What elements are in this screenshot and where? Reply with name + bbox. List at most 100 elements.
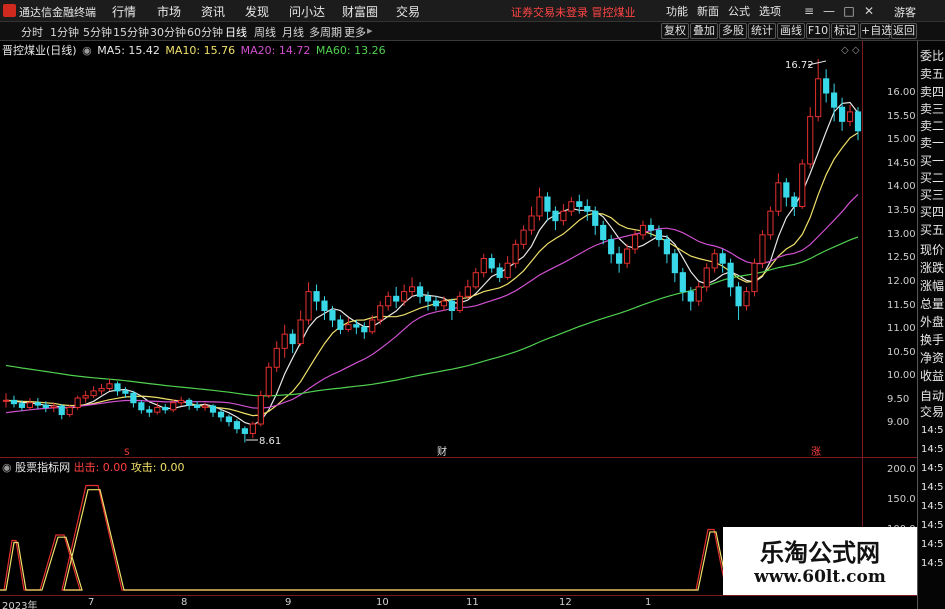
minimize-icon[interactable]: — [820,2,838,20]
period-tab-weekly[interactable]: 周线 [254,24,276,40]
menu-item-market[interactable]: 市场 [157,3,181,20]
menu-icon[interactable]: ≡ [800,2,818,20]
candle-up[interactable] [807,116,814,165]
menu-item-assistant[interactable]: 问小达 [289,3,325,20]
candle-up[interactable] [695,286,702,302]
menu-item-discover[interactable]: 发现 [245,3,269,20]
candle-down[interactable] [600,224,607,241]
candle-up[interactable] [815,78,822,118]
candle-down[interactable] [337,319,344,330]
candle-down[interactable] [58,405,65,416]
candle-up[interactable] [639,224,647,236]
candle-up[interactable] [560,210,567,222]
candle-down[interactable] [663,239,670,255]
candle-up[interactable] [26,402,33,408]
candle-up[interactable] [775,182,782,212]
candle-up[interactable] [377,305,384,321]
candle-up[interactable] [257,395,264,425]
side-item-auto[interactable]: 自动 [920,387,944,404]
candle-down[interactable] [424,295,432,302]
candle-up[interactable] [66,406,73,416]
candle-down[interactable] [329,310,336,321]
candle-up[interactable] [170,402,177,411]
candle-down[interactable] [130,392,137,404]
candle-up[interactable] [74,397,81,408]
add-watchlist-button[interactable]: +自选 [860,23,892,39]
menu-item-news[interactable]: 资讯 [201,3,225,20]
close-icon[interactable]: ✕ [860,2,878,20]
candle-down[interactable] [854,111,862,132]
candle-down[interactable] [361,326,368,333]
back-button[interactable]: 返回 [891,23,917,39]
event-marker-s[interactable]: S [124,448,130,457]
diamond-icon[interactable]: ◇ ◇ [841,45,860,56]
candle-up[interactable] [82,395,89,399]
candle-up[interactable] [2,399,10,402]
candle-up[interactable] [759,234,766,264]
candle-up[interactable] [743,291,750,307]
menu-function[interactable]: 功能 [666,3,688,19]
draw-line-button[interactable]: 画线 [777,23,805,39]
candle-up[interactable] [297,319,304,345]
candle-up[interactable] [201,405,209,408]
candle-down[interactable] [42,404,49,408]
candle-down[interactable] [791,196,798,207]
candle-down[interactable] [488,258,495,269]
period-tab-timeshare[interactable]: 分时 [21,24,43,40]
candle-up[interactable] [345,324,352,330]
candle-up[interactable] [98,388,105,392]
candle-down[interactable] [34,402,41,406]
period-tab-more[interactable]: 更多 [344,24,366,40]
candle-down[interactable] [432,300,440,307]
candle-up[interactable] [401,291,408,302]
period-tab-15min[interactable]: 15分钟 [113,24,149,40]
candle-down[interactable] [122,390,129,394]
candle-up[interactable] [472,272,479,288]
candle-up[interactable] [520,229,527,245]
candle-up[interactable] [385,295,392,307]
candle-up[interactable] [249,423,256,434]
period-tab-30min[interactable]: 30分钟 [150,24,186,40]
candle-down[interactable] [647,224,655,231]
more-dropdown-icon[interactable]: ▸ [367,24,373,37]
candle-down[interactable] [10,399,18,405]
candle-down[interactable] [194,404,201,408]
candle-up[interactable] [369,319,376,333]
candle-up[interactable] [408,286,416,293]
candle-up[interactable] [464,286,471,297]
candle-down[interactable] [735,286,742,307]
candle-down[interactable] [217,411,225,418]
candle-up[interactable] [154,406,161,413]
candle-down[interactable] [576,201,583,207]
period-tab-1min[interactable]: 1分钟 [50,24,79,40]
candle-up[interactable] [711,253,718,269]
adjust-button[interactable]: 复权 [661,23,689,39]
candle-down[interactable] [233,421,241,430]
candle-down[interactable] [679,272,686,293]
candle-up[interactable] [281,333,288,349]
candle-up[interactable] [273,347,280,368]
candle-up[interactable] [631,234,639,250]
f10-button[interactable]: F10 [806,23,830,39]
candle-down[interactable] [393,295,400,302]
period-tab-5min[interactable]: 5分钟 [83,24,112,40]
candle-down[interactable] [608,239,615,255]
period-tab-monthly[interactable]: 月线 [282,24,304,40]
side-item-trade[interactable]: 交易 [920,403,944,420]
candle-up[interactable] [846,111,854,122]
candle-down[interactable] [687,291,694,302]
candle-down[interactable] [831,92,838,108]
candle-down[interactable] [496,267,503,278]
candle-up[interactable] [623,248,631,264]
candle-up[interactable] [512,243,519,264]
candle-up[interactable] [568,201,575,212]
candle-down[interactable] [727,262,734,288]
candle-up[interactable] [767,210,774,236]
candle-down[interactable] [671,253,678,274]
candle-down[interactable] [313,291,320,302]
candle-down[interactable] [353,324,360,328]
menu-options[interactable]: 选项 [759,3,781,19]
event-marker-rise[interactable]: 涨 [811,446,821,457]
candle-down[interactable] [584,205,591,212]
candle-down[interactable] [138,402,145,411]
